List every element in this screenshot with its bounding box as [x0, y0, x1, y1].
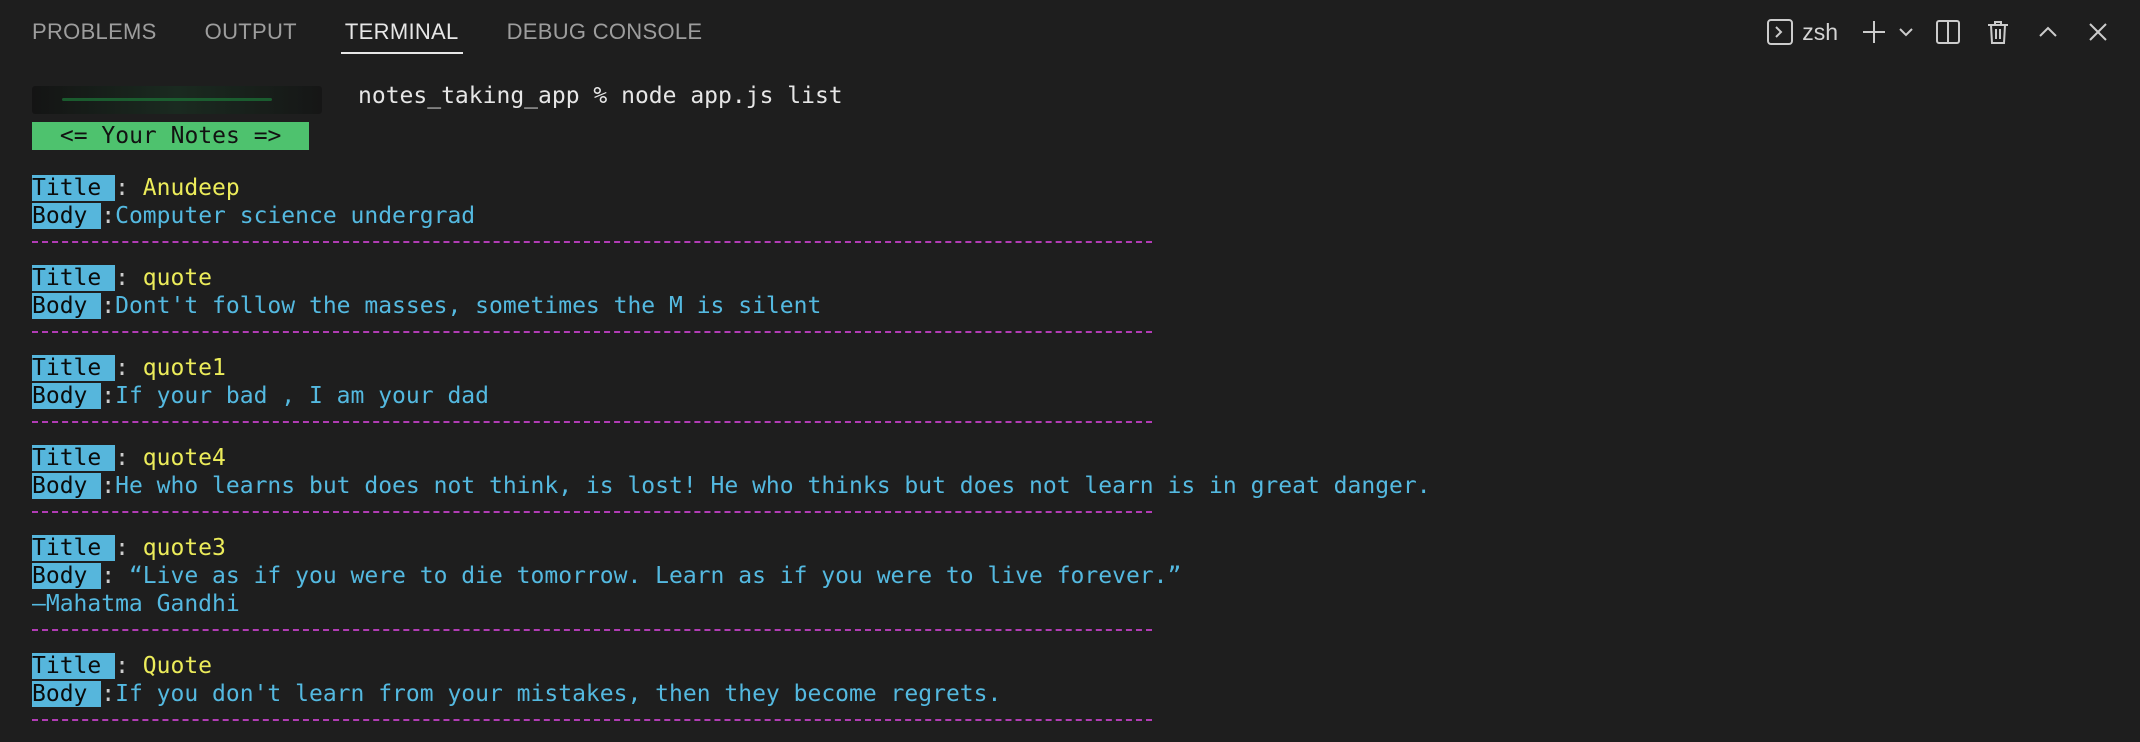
note-title-row: Title : quote4 [32, 444, 2112, 472]
title-separator: : [115, 445, 143, 471]
title-separator: : [115, 355, 143, 381]
note-body-row: Body :Dont't follow the masses, sometime… [32, 292, 2112, 320]
new-terminal-button[interactable] [1856, 12, 1892, 52]
chevron-down-icon [1897, 23, 1915, 41]
shell-selector-button[interactable]: zsh [1766, 12, 1842, 52]
note-item: Title : quote1 Body :If your bad , I am … [32, 354, 2112, 423]
panel-header: PROBLEMS OUTPUT TERMINAL DEBUG CONSOLE z… [0, 0, 2140, 64]
tab-output[interactable]: OUTPUT [205, 0, 297, 64]
note-title: Quote [142, 653, 213, 679]
note-title: quote [142, 265, 213, 291]
title-label: Title [32, 535, 116, 561]
redacted-prompt-prefix [32, 86, 322, 114]
note-item: Title : Quote Body :If you don't learn f… [32, 652, 2112, 721]
panel-tabs: PROBLEMS OUTPUT TERMINAL DEBUG CONSOLE [32, 0, 750, 64]
note-body-row: Body :He who learns but does not think, … [32, 472, 2112, 500]
note-body: If your bad , I am your dad [115, 383, 489, 409]
note-title-row: Title : Anudeep [32, 174, 2112, 202]
note-separator [32, 241, 1152, 243]
title-label: Title [32, 355, 116, 381]
note-separator [32, 629, 1152, 631]
body-label: Body [32, 473, 102, 499]
title-label: Title [32, 653, 116, 679]
note-title: Anudeep [142, 175, 240, 201]
notes-banner: <= Your Notes => [32, 122, 310, 150]
tab-problems[interactable]: PROBLEMS [32, 0, 157, 64]
body-separator: : [101, 293, 116, 319]
title-separator: : [115, 265, 143, 291]
panel-actions: zsh [1766, 0, 2116, 64]
shell-name: zsh [1802, 18, 1838, 45]
maximize-panel-button[interactable] [2030, 12, 2066, 52]
title-separator: : [115, 175, 143, 201]
plus-icon [1860, 18, 1888, 46]
tab-terminal[interactable]: TERMINAL [340, 0, 463, 64]
split-icon [1934, 18, 1962, 46]
note-title-row: Title : quote1 [32, 354, 2112, 382]
prompt-line: notes_taking_app % node app.js list [32, 82, 2112, 122]
note-body: Dont't follow the masses, sometimes the … [115, 293, 822, 319]
body-separator: : [101, 473, 116, 499]
note-item: Title : Anudeep Body :Computer science u… [32, 174, 2112, 243]
note-separator [32, 421, 1152, 423]
note-body-attribution: ―Mahatma Gandhi [32, 591, 240, 617]
note-item: Title : quote4 Body :He who learns but d… [32, 444, 2112, 513]
note-separator [32, 719, 1152, 721]
note-title-row: Title : quote [32, 264, 2112, 292]
title-label: Title [32, 265, 116, 291]
body-separator: : [101, 203, 116, 229]
split-terminal-button[interactable] [1930, 12, 1966, 52]
note-body-continuation: ―Mahatma Gandhi [32, 590, 2112, 618]
body-label: Body [32, 383, 102, 409]
note-item: Title : quote Body :Dont't follow the ma… [32, 264, 2112, 333]
note-item: Title : quote3 Body : “Live as if you we… [32, 534, 2112, 631]
note-body-row: Body :If you don't learn from your mista… [32, 680, 2112, 708]
body-label: Body [32, 203, 102, 229]
note-title: quote1 [142, 355, 226, 381]
banner-line: <= Your Notes => [32, 122, 2112, 150]
body-separator: : [101, 383, 116, 409]
note-body: If you don't learn from your mistakes, t… [115, 681, 1002, 707]
body-separator: : [101, 563, 129, 589]
title-label: Title [32, 175, 116, 201]
note-separator [32, 331, 1152, 333]
note-body: “Live as if you were to die tomorrow. Le… [128, 563, 1182, 589]
note-separator [32, 511, 1152, 513]
tab-debug-console[interactable]: DEBUG CONSOLE [507, 0, 703, 64]
note-body-row: Body :Computer science undergrad [32, 202, 2112, 230]
title-label: Title [32, 445, 116, 471]
note-body: He who learns but does not think, is los… [115, 473, 1431, 499]
body-label: Body [32, 681, 102, 707]
note-body: Computer science undergrad [115, 203, 476, 229]
terminal-profiles-dropdown[interactable] [1896, 12, 1916, 52]
terminal-icon [1766, 18, 1794, 46]
note-title: quote3 [142, 535, 226, 561]
note-title-row: Title : Quote [32, 652, 2112, 680]
kill-terminal-button[interactable] [1980, 12, 2016, 52]
title-separator: : [115, 653, 143, 679]
note-body-row: Body :If your bad , I am your dad [32, 382, 2112, 410]
title-separator: : [115, 535, 143, 561]
note-title-row: Title : quote3 [32, 534, 2112, 562]
close-panel-button[interactable] [2080, 12, 2116, 52]
close-icon [2085, 19, 2111, 45]
body-label: Body [32, 563, 102, 589]
new-terminal-group [1856, 12, 1916, 52]
trash-icon [1984, 18, 2012, 46]
note-body-row: Body : “Live as if you were to die tomor… [32, 562, 2112, 590]
chevron-up-icon [2035, 19, 2061, 45]
notes-list: Title : Anudeep Body :Computer science u… [32, 174, 2112, 721]
note-title: quote4 [142, 445, 226, 471]
terminal-output[interactable]: notes_taking_app % node app.js list <= Y… [32, 82, 2112, 742]
body-label: Body [32, 293, 102, 319]
body-separator: : [101, 681, 116, 707]
command-text: notes_taking_app % node app.js list [358, 83, 843, 109]
